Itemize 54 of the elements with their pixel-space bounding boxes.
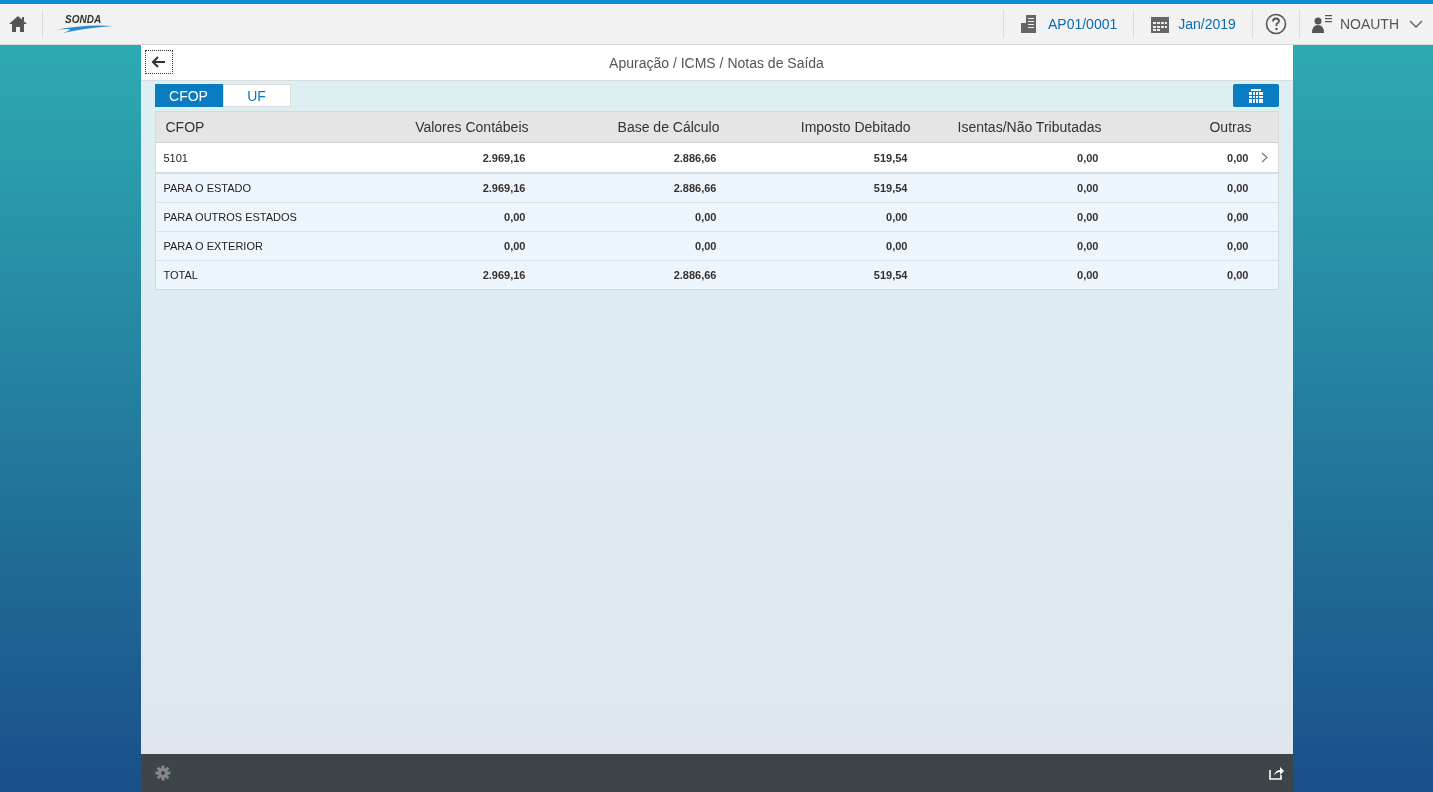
table-cell-text: 519,54 bbox=[872, 269, 909, 281]
column-header: Base de Cálculo bbox=[616, 119, 720, 135]
column-header: Isentas/Não Tributadas bbox=[956, 119, 1102, 135]
table-row[interactable]: 5101 2.969,16 2.886,66 519,54 0,00 0,00 bbox=[155, 143, 1278, 174]
table-cell-text: 0,00 bbox=[503, 240, 527, 252]
table-cell-text: 0,00 bbox=[1226, 240, 1250, 252]
table-cell-text: PARA O EXTERIOR bbox=[162, 240, 264, 252]
company-selector[interactable]: AP01/0001 bbox=[1011, 14, 1126, 34]
table-cell-text: 5101 bbox=[162, 151, 189, 164]
table-cell-text: 0,00 bbox=[694, 211, 718, 223]
logo: SONDA bbox=[55, 13, 115, 35]
table-cell-text: 0,00 bbox=[885, 211, 909, 223]
table-cell-text: 2.886,66 bbox=[672, 182, 718, 194]
table-cell-text: 0,00 bbox=[1076, 240, 1100, 252]
table-cell-text: PARA O ESTADO bbox=[162, 182, 253, 194]
table-cell-text: 2.886,66 bbox=[672, 269, 718, 281]
column-header: Valores Contábeis bbox=[414, 119, 529, 135]
table-cell-text: 2.969,16 bbox=[481, 182, 527, 194]
page-title: Apuração / ICMS / Notas de Saída bbox=[609, 54, 824, 71]
settings-icon[interactable] bbox=[154, 765, 171, 781]
table-cell-text: 0,00 bbox=[1076, 211, 1100, 223]
grid-icon bbox=[1248, 88, 1263, 103]
table-cell-text: 0,00 bbox=[694, 240, 718, 252]
table-cell-text: 2.969,16 bbox=[481, 151, 527, 164]
table-cell-text: 0,00 bbox=[1076, 182, 1100, 194]
table-cell-text: 0,00 bbox=[1226, 182, 1250, 194]
segment-tab[interactable]: CFOP bbox=[154, 84, 223, 107]
column-header: CFOP bbox=[164, 119, 206, 135]
column-header: Outras bbox=[1208, 119, 1252, 135]
chevron-right-icon bbox=[1261, 152, 1268, 163]
period-selector[interactable]: Jan/2019 bbox=[1142, 14, 1244, 34]
table-cell-text: 0,00 bbox=[1076, 151, 1100, 164]
calendar-icon bbox=[1150, 14, 1171, 34]
table-cell-text: 0,00 bbox=[1226, 269, 1250, 281]
table-cell-text: 0,00 bbox=[503, 211, 527, 223]
table-cell-text: 519,54 bbox=[872, 151, 909, 164]
table-cell-text: 2.969,16 bbox=[481, 269, 527, 281]
table-settings-button[interactable] bbox=[1232, 84, 1279, 107]
segment-tab[interactable]: UF bbox=[222, 84, 291, 107]
back-button[interactable] bbox=[144, 50, 173, 74]
table-cell-text: PARA OUTROS ESTADOS bbox=[162, 211, 298, 223]
table-cell-text: 2.886,66 bbox=[672, 151, 718, 164]
table-cell-text: 0,00 bbox=[885, 240, 909, 252]
table-cell-text: 0,00 bbox=[1226, 151, 1250, 164]
share-icon[interactable] bbox=[1268, 766, 1285, 780]
table-cell-text: 0,00 bbox=[1076, 269, 1100, 281]
column-header: Imposto Debitado bbox=[799, 119, 911, 135]
chevron-down-icon bbox=[1409, 20, 1423, 28]
table-cell-text: 519,54 bbox=[872, 182, 909, 194]
user-menu[interactable]: NOAUTH bbox=[1307, 14, 1423, 34]
table-cell-text: TOTAL bbox=[162, 269, 199, 281]
arrow-left-icon bbox=[151, 56, 166, 68]
table-cell-text: 0,00 bbox=[1226, 211, 1250, 223]
user-icon bbox=[1311, 14, 1334, 34]
